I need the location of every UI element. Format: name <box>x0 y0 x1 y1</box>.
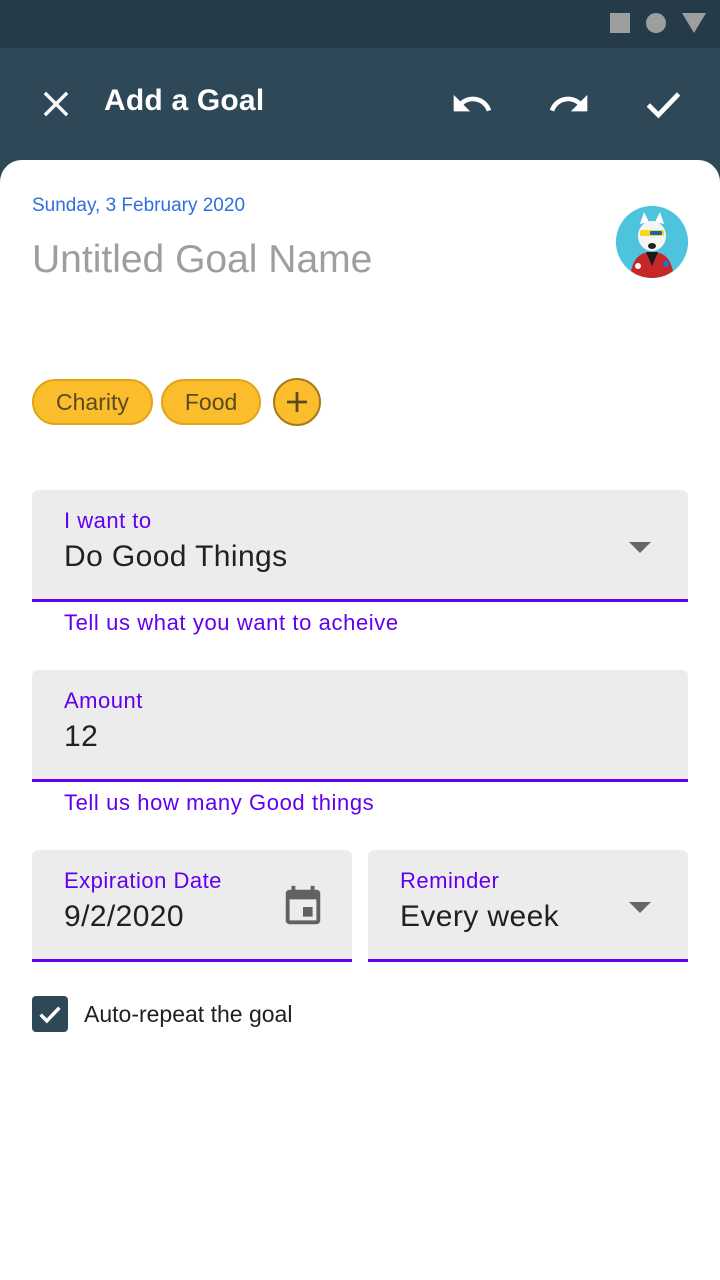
square-icon <box>610 13 630 33</box>
redo-button[interactable] <box>541 76 597 132</box>
close-button[interactable] <box>28 76 84 132</box>
check-icon <box>646 92 681 119</box>
close-icon <box>43 91 69 117</box>
app-bar: Add a Goal <box>0 48 720 160</box>
amount-label: Amount <box>64 688 143 713</box>
circle-icon <box>646 13 666 33</box>
tag-chip-charity[interactable]: Charity <box>32 379 153 425</box>
expiration-value: 9/2/2020 <box>64 900 184 933</box>
want-to-select[interactable]: I want to Do Good Things <box>32 490 688 602</box>
checkmark-icon <box>39 1006 61 1024</box>
goal-date[interactable]: Sunday, 3 February 2020 <box>32 195 245 217</box>
undo-button[interactable] <box>444 76 500 132</box>
reminder-select[interactable]: Reminder Every week <box>368 850 688 962</box>
tag-chip-food[interactable]: Food <box>160 379 262 425</box>
dropdown-arrow-icon <box>629 902 651 913</box>
amount-value: 12 <box>64 720 99 753</box>
goal-name-input[interactable]: Untitled Goal Name <box>32 238 372 282</box>
plus-icon <box>287 392 308 412</box>
tag-chips: Charity Food <box>32 378 322 426</box>
goal-form-sheet: Sunday, 3 February 2020 Untitled Goal Na… <box>0 160 720 1280</box>
expiration-date-field[interactable]: Expiration Date 9/2/2020 <box>32 850 352 962</box>
dropdown-arrow-icon <box>629 542 651 553</box>
husky-avatar-icon <box>616 206 688 278</box>
want-to-label: I want to <box>64 508 152 533</box>
reminder-value: Every week <box>400 900 560 933</box>
avatar[interactable] <box>616 206 688 278</box>
status-bar <box>0 0 720 48</box>
triangle-icon <box>682 13 706 33</box>
redo-icon <box>549 94 588 112</box>
calendar-icon[interactable] <box>280 884 326 930</box>
expiration-label: Expiration Date <box>64 868 222 893</box>
auto-repeat-checkbox[interactable] <box>32 996 68 1032</box>
save-check-button[interactable] <box>635 76 691 132</box>
auto-repeat-row: Auto-repeat the goal <box>32 996 292 1032</box>
undo-icon <box>453 94 492 112</box>
amount-input[interactable]: Amount 12 <box>32 670 688 782</box>
reminder-label: Reminder <box>400 868 500 893</box>
amount-helper-text: Tell us how many Good things <box>64 790 375 815</box>
page-title: Add a Goal <box>104 84 265 117</box>
status-icons <box>610 13 706 33</box>
add-tag-button[interactable] <box>273 378 322 426</box>
want-to-helper-text: Tell us what you want to acheive <box>64 610 399 635</box>
auto-repeat-label[interactable]: Auto-repeat the goal <box>84 1001 292 1028</box>
want-to-value: Do Good Things <box>64 540 288 573</box>
